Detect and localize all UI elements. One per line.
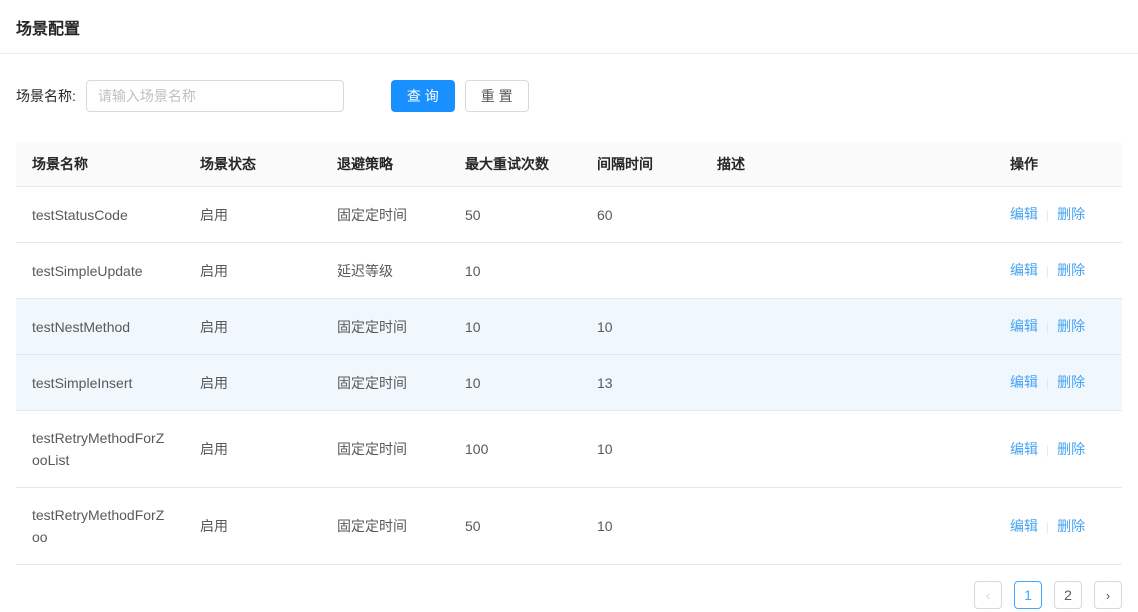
delete-link[interactable]: 删除 — [1057, 262, 1085, 278]
pagination-page-button[interactable]: 2 — [1054, 581, 1082, 609]
chevron-right-icon: › — [1106, 589, 1110, 602]
table-row: testNestMethod启用固定定时间1010编辑|删除 — [16, 299, 1122, 355]
table-body: testStatusCode启用固定定时间5060编辑|删除testSimple… — [16, 187, 1122, 565]
max-retry-cell: 10 — [449, 355, 581, 411]
backoff-strategy-cell: 固定定时间 — [321, 411, 449, 488]
description-cell — [701, 488, 994, 565]
actions-cell: 编辑 | 删除 — [994, 355, 1122, 411]
action-divider: | — [1046, 439, 1049, 461]
backoff-strategy-cell: 固定定时间 — [321, 488, 449, 565]
pagination-prev-button[interactable]: ‹ — [974, 581, 1002, 609]
reset-button[interactable]: 重 置 — [465, 80, 529, 112]
scene-name-cell: testNestMethod — [16, 299, 184, 355]
interval-cell: 10 — [581, 488, 701, 565]
action-divider: | — [1046, 260, 1049, 282]
scene-name-cell: testRetryMethodForZooList — [16, 411, 184, 488]
search-button[interactable]: 查 询 — [391, 80, 455, 112]
column-header: 描述 — [701, 142, 994, 187]
delete-link[interactable]: 删除 — [1057, 374, 1085, 390]
scene-status-cell: 启用 — [184, 488, 321, 565]
actions-cell: 编辑 | 删除 — [994, 187, 1122, 243]
description-cell — [701, 355, 994, 411]
scene-table-container: 场景名称场景状态退避策略最大重试次数间隔时间描述操作 testStatusCod… — [16, 142, 1122, 565]
table-row: testRetryMethodForZooList启用固定定时间10010 编辑 |… — [16, 411, 1122, 488]
table-row: testSimpleUpdate启用延迟等级10 编辑 | 删除 — [16, 243, 1122, 299]
edit-link[interactable]: 编辑 — [1010, 206, 1038, 222]
page-title: 场景配置 — [16, 15, 1122, 39]
actions-cell: 编辑 | 删除 — [994, 488, 1122, 565]
interval-cell: 60 — [581, 187, 701, 243]
edit-link[interactable]: 编辑 — [1010, 441, 1038, 457]
chevron-left-icon: ‹ — [986, 589, 990, 602]
scene-name-cell: testSimpleUpdate — [16, 243, 184, 299]
table-row: testSimpleInsert启用固定定时间1013 编辑 | 删除 — [16, 355, 1122, 411]
action-divider: | — [1046, 316, 1049, 338]
scene-name-cell: testRetryMethodForZoo — [16, 488, 184, 565]
column-header: 场景名称 — [16, 142, 184, 187]
scene-table: 场景名称场景状态退避策略最大重试次数间隔时间描述操作 testStatusCod… — [16, 142, 1122, 565]
edit-link[interactable]: 编辑 — [1010, 262, 1038, 278]
delete-link[interactable]: 删除 — [1057, 441, 1085, 457]
table-row: testStatusCode启用固定定时间5060 编辑 | 删除 — [16, 187, 1122, 243]
scene-name-label: 场景名称: — [16, 86, 76, 106]
interval-cell: 13 — [581, 355, 701, 411]
column-header: 场景状态 — [184, 142, 321, 187]
delete-link[interactable]: 删除 — [1057, 206, 1085, 222]
max-retry-cell: 50 — [449, 488, 581, 565]
interval-cell: 10 — [581, 411, 701, 488]
scene-status-cell: 启用 — [184, 299, 321, 355]
column-header: 间隔时间 — [581, 142, 701, 187]
max-retry-cell: 10 — [449, 299, 581, 355]
pagination-page-button[interactable]: 1 — [1014, 581, 1042, 609]
max-retry-cell: 100 — [449, 411, 581, 488]
interval-cell — [581, 243, 701, 299]
edit-link[interactable]: 编辑 — [1010, 518, 1038, 534]
scene-status-cell: 启用 — [184, 187, 321, 243]
column-header: 操作 — [994, 142, 1122, 187]
delete-link[interactable]: 删除 — [1057, 518, 1085, 534]
scene-name-input[interactable] — [86, 80, 344, 112]
description-cell — [701, 187, 994, 243]
column-header: 最大重试次数 — [449, 142, 581, 187]
actions-cell: 编辑 | 删除 — [994, 243, 1122, 299]
backoff-strategy-cell: 固定定时间 — [321, 187, 449, 243]
max-retry-cell: 10 — [449, 243, 581, 299]
table-row: testRetryMethodForZoo启用固定定时间5010 编辑 | 删除 — [16, 488, 1122, 565]
scene-status-cell: 启用 — [184, 355, 321, 411]
action-divider: | — [1046, 516, 1049, 538]
scene-name-cell: testSimpleInsert — [16, 355, 184, 411]
table-header-row: 场景名称场景状态退避策略最大重试次数间隔时间描述操作 — [16, 142, 1122, 187]
action-divider: | — [1046, 204, 1049, 226]
edit-link[interactable]: 编辑 — [1010, 374, 1038, 390]
interval-cell: 10 — [581, 299, 701, 355]
backoff-strategy-cell: 固定定时间 — [321, 355, 449, 411]
pagination: ‹ 12 › — [16, 581, 1122, 609]
pagination-next-button[interactable]: › — [1094, 581, 1122, 609]
scene-status-cell: 启用 — [184, 411, 321, 488]
edit-link[interactable]: 编辑 — [1010, 318, 1038, 334]
description-cell — [701, 411, 994, 488]
action-divider: | — [1046, 372, 1049, 394]
max-retry-cell: 50 — [449, 187, 581, 243]
description-cell — [701, 299, 994, 355]
actions-cell: 编辑 | 删除 — [994, 411, 1122, 488]
backoff-strategy-cell: 延迟等级 — [321, 243, 449, 299]
scene-name-cell: testStatusCode — [16, 187, 184, 243]
filter-bar: 场景名称: 查 询 重 置 — [16, 80, 1122, 112]
delete-link[interactable]: 删除 — [1057, 318, 1085, 334]
backoff-strategy-cell: 固定定时间 — [321, 299, 449, 355]
description-cell — [701, 243, 994, 299]
page-header: 场景配置 — [0, 0, 1138, 54]
scene-status-cell: 启用 — [184, 243, 321, 299]
column-header: 退避策略 — [321, 142, 449, 187]
actions-cell: 编辑 | 删除 — [994, 299, 1122, 355]
